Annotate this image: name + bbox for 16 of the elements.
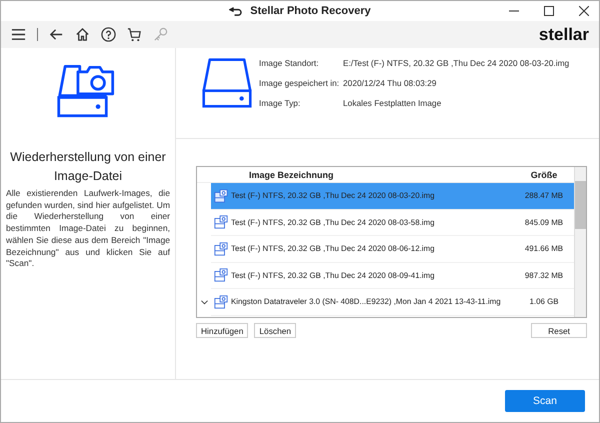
scan-button[interactable]: Scan — [505, 390, 585, 412]
detail-value: Lokales Festplatten Image — [343, 98, 442, 108]
sidebar-description: Alle existierenden Laufwerk-Images, die gefunden wurden, sind hier aufgelistet. Um die Wiederherstellung von einer bestimmten Image-Datei zu beginnen, wählen Sie diese aus dem Bereich "Image Bezeichnung" aus und klicken Sie auf "Scan". — [6, 188, 170, 270]
window-title: Stellar Photo Recovery — [250, 5, 371, 17]
column-header[interactable]: Größe — [514, 170, 574, 180]
detail-label: Image Standort: — [259, 58, 320, 68]
sidebar-heading: Wiederherstellung von einer Image-Datei — [9, 149, 167, 185]
detail-value: 2020/12/24 Thu 08:03:29 — [343, 78, 438, 88]
delete-button[interactable]: Löschen — [254, 323, 296, 338]
detail-label: Image gespeichert in: — [259, 78, 340, 88]
stellar-logo: stellar — [538, 24, 589, 44]
detail-value: E:/Test (F-) NTFS, 20.32 GB ,Thu Dec 24 2020 08-03-20.img — [343, 58, 570, 68]
column-header[interactable]: Image Bezeichnung — [197, 170, 514, 180]
reset-button[interactable]: Reset — [531, 323, 587, 338]
add-button[interactable]: Hinzufügen — [196, 323, 248, 338]
detail-label: Image Typ: — [259, 98, 302, 108]
